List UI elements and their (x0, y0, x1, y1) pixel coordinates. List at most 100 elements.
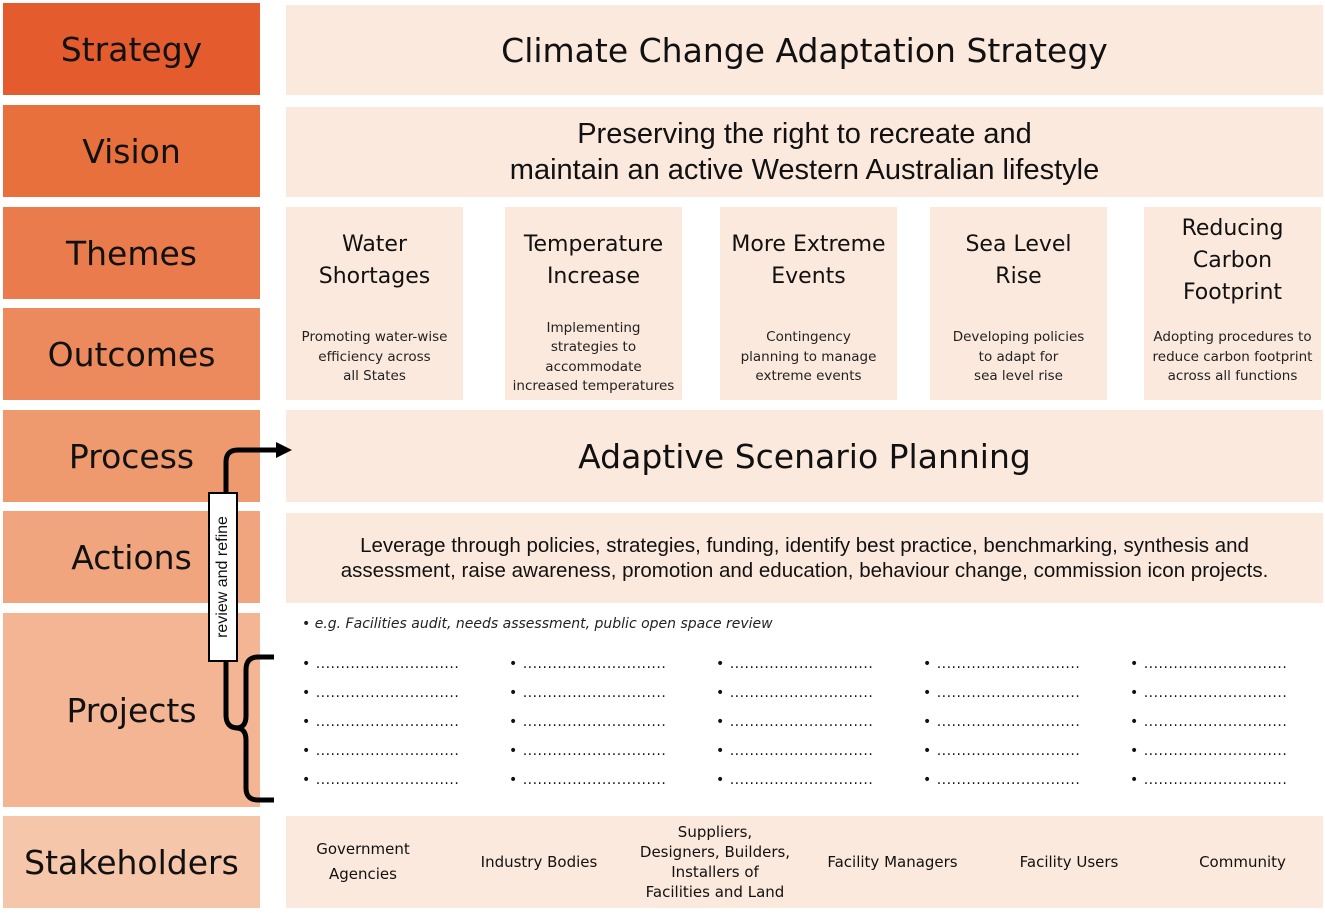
theme-title-line: Increase (546, 264, 641, 289)
project-placeholder: • ............................. (302, 656, 460, 672)
outcome-line: Developing policies (952, 329, 1085, 346)
outcome-line: increased temperatures (512, 378, 675, 394)
outcome-line: extreme events (755, 368, 862, 385)
theme-card: Temperature Increase Implementing strategie… (505, 207, 682, 400)
row-label-text: Themes (65, 233, 198, 273)
vision-statement: Preserving the right to recreate and mai… (510, 116, 1099, 188)
vision-line: maintain an active Western Australian li… (509, 154, 1100, 186)
row-label-process: Process (3, 410, 260, 502)
stakeholder-line: Facility Managers (827, 853, 958, 871)
row-label-text: Strategy (60, 29, 203, 69)
row-label-text: Stakeholders (24, 842, 239, 882)
project-placeholder: • ............................. (716, 656, 874, 672)
actions-text: Leverage through policies, strategies, f… (341, 533, 1269, 583)
project-placeholder: • ............................. (509, 743, 667, 759)
stakeholder-item: Government Agencies (286, 816, 440, 908)
theme-card: More Extreme Events Contingency planning to… (720, 207, 897, 400)
projects-example: • e.g. Facilities audit, needs assessmen… (302, 616, 773, 632)
project-placeholder: • ............................. (716, 714, 874, 730)
project-placeholder: • ............................. (1130, 772, 1288, 788)
project-placeholder: • ............................. (509, 714, 667, 730)
row-label-themes: Themes (3, 207, 260, 299)
row-label-text: Actions (71, 537, 192, 577)
project-placeholder: • ............................. (716, 772, 874, 788)
project-placeholder: • ............................. (1130, 743, 1288, 759)
stakeholder-item: Facility Users (985, 816, 1153, 908)
outcome-line: Implementing (546, 319, 641, 336)
outcome-line: accommodate (545, 358, 642, 375)
row-label-text: Process (68, 436, 195, 476)
theme-title: More Extreme Events (720, 229, 897, 293)
theme-title-line: More Extreme (731, 232, 886, 257)
outcome-text: Implementing strategies to accommodate incr… (505, 315, 682, 400)
project-placeholder: • ............................. (302, 685, 460, 701)
project-placeholder: • ............................. (302, 743, 460, 759)
stakeholder-line: Government (316, 840, 410, 858)
actions-line: Leverage through policies, strategies, f… (360, 534, 1249, 557)
project-placeholder: • ............................. (302, 772, 460, 788)
actions-panel: Leverage through policies, strategies, f… (286, 513, 1323, 603)
theme-title-line: Events (771, 264, 846, 289)
row-label-text: Outcomes (47, 334, 216, 374)
vision-line: Preserving the right to recreate and (577, 118, 1032, 150)
theme-title-line: Footprint (1182, 280, 1283, 305)
outcome-line: efficiency across (318, 348, 431, 365)
stakeholder-item: Facility Managers (810, 816, 975, 908)
project-placeholder: • ............................. (923, 685, 1081, 701)
project-placeholder: • ............................. (509, 772, 667, 788)
theme-title: Temperature Increase (505, 229, 682, 293)
theme-card: Water Shortages Promoting water-wise effici… (286, 207, 463, 400)
row-label-text: Projects (66, 690, 197, 730)
project-placeholder: • ............................. (923, 714, 1081, 730)
stakeholder-line: Industry Bodies (480, 853, 598, 871)
stakeholder-line: Agencies (329, 865, 397, 883)
row-label-outcomes: Outcomes (3, 308, 260, 400)
theme-title: Reducing Carbon Footprint (1144, 213, 1321, 309)
project-placeholder: • ............................. (923, 656, 1081, 672)
stakeholder-line: Facility Users (1019, 853, 1119, 871)
theme-title-line: Water (341, 232, 408, 257)
outcome-line: strategies to (550, 339, 637, 355)
actions-line: assessment, raise awareness, promotion a… (340, 559, 1269, 582)
theme-title-line: Temperature (523, 232, 664, 257)
outcome-line: sea level rise (974, 368, 1063, 385)
project-column: • ............................. • .......… (923, 656, 1093, 801)
strategy-title: Climate Change Adaptation Strategy (501, 30, 1108, 70)
project-placeholder: • ............................. (509, 685, 667, 701)
outcome-text: Promoting water-wise efficiency across all… (286, 315, 463, 400)
theme-card: Sea Level Rise Developing policies to adapt… (930, 207, 1107, 400)
stakeholder-line: Facilities and Land (645, 883, 785, 901)
project-placeholder: • ............................. (302, 714, 460, 730)
outcome-line: across all functions (1167, 368, 1298, 385)
strategy-panel: Climate Change Adaptation Strategy (286, 5, 1323, 95)
outcome-line: Promoting water-wise (301, 329, 448, 346)
process-title: Adaptive Scenario Planning (578, 436, 1031, 476)
outcome-line: reduce carbon footprint (1152, 348, 1313, 365)
outcome-text: Developing policies to adapt for sea level… (930, 315, 1107, 400)
project-placeholder: • ............................. (1130, 656, 1288, 672)
review-refine-label: review and refine (214, 516, 231, 638)
stakeholder-line: Community (1199, 853, 1286, 871)
theme-card: Reducing Carbon Footprint Adopting procedur… (1144, 207, 1321, 400)
process-panel: Adaptive Scenario Planning (286, 410, 1323, 502)
project-placeholder: • ............................. (509, 656, 667, 672)
project-placeholder: • ............................. (1130, 714, 1288, 730)
theme-title: Water Shortages (286, 229, 463, 293)
project-column: • ............................. • .......… (716, 656, 886, 801)
outcome-line: planning to manage (740, 348, 877, 365)
outcome-line: to adapt for (978, 348, 1059, 365)
project-placeholder: • ............................. (923, 743, 1081, 759)
theme-title-line: Carbon (1192, 248, 1273, 273)
stakeholder-item: Industry Bodies (465, 816, 613, 908)
theme-title-line: Rise (995, 264, 1042, 289)
vision-panel: Preserving the right to recreate and mai… (286, 107, 1323, 197)
project-column: • ............................. • .......… (1130, 656, 1300, 801)
theme-title: Sea Level Rise (930, 229, 1107, 293)
project-placeholder: • ............................. (923, 772, 1081, 788)
stakeholder-line: Designers, Builders, (639, 843, 791, 861)
outcome-line: all States (343, 368, 406, 385)
outcome-line: Adopting procedures to (1153, 329, 1312, 346)
stakeholder-line: Installers of (671, 863, 759, 881)
outcome-text: Adopting procedures to reduce carbon foot… (1144, 315, 1321, 400)
theme-title-line: Reducing (1181, 216, 1284, 241)
